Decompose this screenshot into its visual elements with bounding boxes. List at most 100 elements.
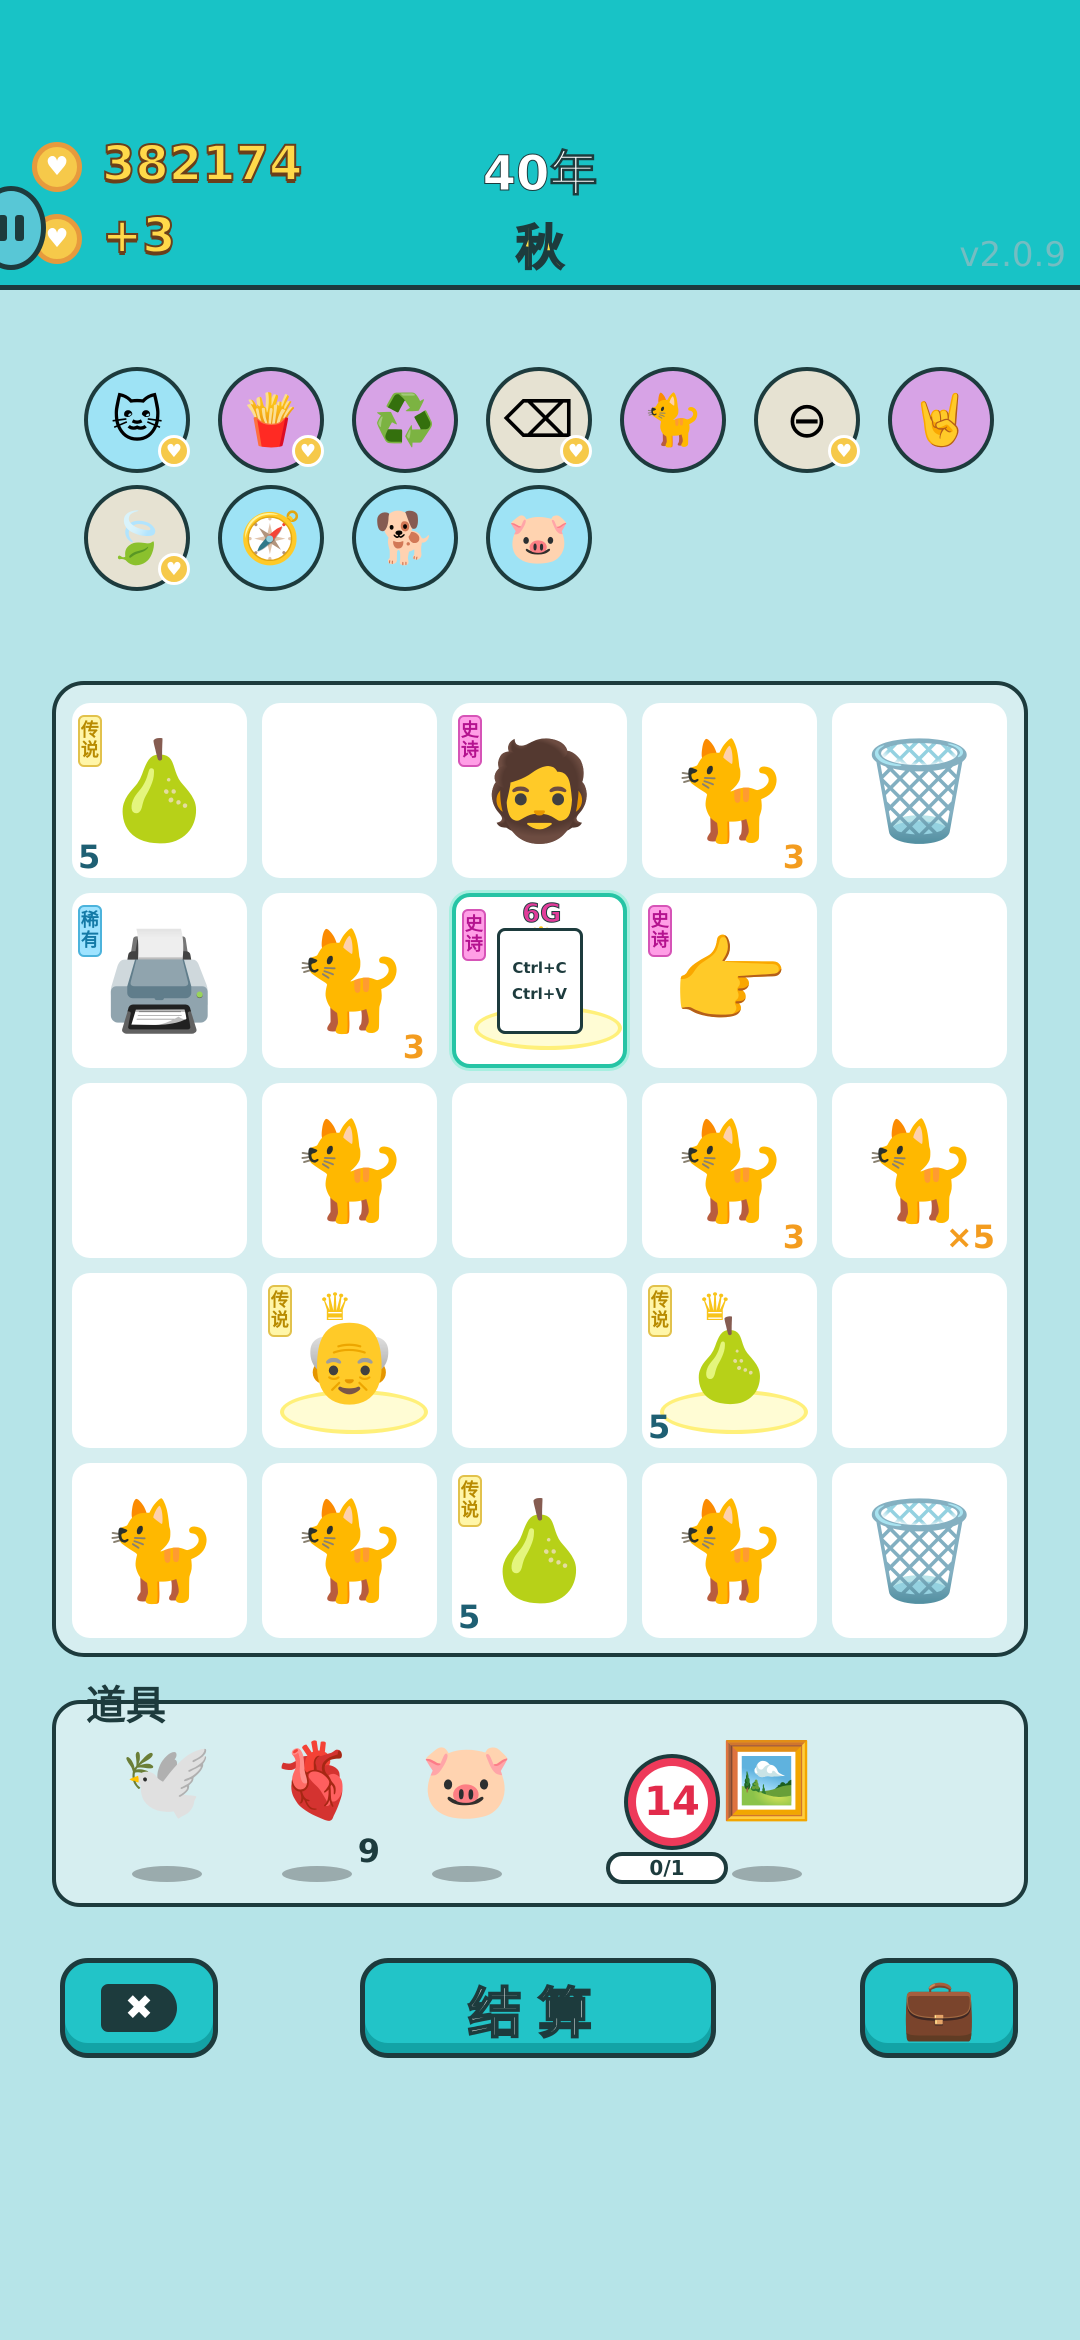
coin-heart-icon: ♥ [32, 142, 82, 192]
board-cell-bearded-man[interactable]: 🧔 史诗 [452, 703, 627, 878]
board-cell-trash-bag[interactable]: 🗑️ [832, 1463, 1007, 1638]
buff-piggy-bank[interactable]: 🐷 [486, 485, 592, 591]
board-cell-cat[interactable]: 🐈 3 [642, 1083, 817, 1258]
board-cell-cat[interactable]: 🐈 [262, 1463, 437, 1638]
rarity-tag: 稀有 [78, 905, 102, 957]
leaf-icon: 🍃 [105, 509, 169, 567]
item-count: 9 [357, 1832, 380, 1870]
cat-icon: 🐈 [669, 1114, 790, 1227]
cat-icon: 🐈 [289, 1494, 410, 1607]
cat-icon: 🐈 [669, 1494, 790, 1607]
buff-compass[interactable]: 🧭 [218, 485, 324, 591]
rarity-tag: 史诗 [462, 909, 486, 961]
board-cell-pointing-hand[interactable]: 👉 史诗 [642, 893, 817, 1068]
buff-delete-key[interactable]: ⌫ ♥ [486, 367, 592, 473]
cat-icon: 🐈 [289, 924, 410, 1037]
top-bar: ♥ 382174 ♥ +3 40年 秋 v2.0.9 [0, 0, 1080, 290]
board-cell-empty[interactable] [452, 1273, 627, 1448]
item-shadow [732, 1866, 802, 1882]
settle-button[interactable]: 结算 [360, 1958, 716, 2058]
pointing-hand-icon: 👉 [669, 924, 790, 1037]
piggy-bank-icon: 🐷 [420, 1738, 514, 1824]
bearded-man-icon: 🧔 [479, 734, 600, 847]
printer-icon: 🖨️ [99, 924, 220, 1037]
board-cell-empty[interactable] [262, 703, 437, 878]
board-cell-empty[interactable] [452, 1083, 627, 1258]
rarity-tag: 史诗 [458, 715, 482, 767]
item-shadow [432, 1866, 502, 1882]
twin-cats-icon: 🐈 [641, 391, 705, 449]
symbol-count: 5 [648, 1408, 671, 1446]
board-cell-pear[interactable]: 🍐 传说 5 [72, 703, 247, 878]
items-label: 道具 [86, 1683, 166, 1729]
item-blank-frame[interactable]: 🖼️ [712, 1738, 822, 1882]
board-cell-cat[interactable]: 🐈 3 [262, 893, 437, 1068]
board-cell-cat[interactable]: 🐈 [72, 1463, 247, 1638]
board-cell-printer[interactable]: 🖨️ 稀有 [72, 893, 247, 1068]
heart-badge-icon: ♥ [560, 435, 592, 467]
briefcase-icon: 💼 [901, 1973, 977, 2044]
board-cell-crowned-old-man[interactable]: 👴 ♛ 传说 [262, 1273, 437, 1448]
ctrl-c-text: Ctrl+C [512, 958, 567, 977]
buff-twin-cats[interactable]: 🐈 [620, 367, 726, 473]
recycle-icon: ♻️ [373, 391, 437, 449]
target-progress: 0/1 [606, 1852, 728, 1884]
season-label: 秋 [515, 219, 565, 277]
copy-paste-card: Ctrl+C Ctrl+V [496, 927, 583, 1034]
cat-icon: 🐈 [859, 1114, 980, 1227]
buff-cat-portrait[interactable]: 🐱 ♥ [84, 367, 190, 473]
board-cell-trash-bag[interactable]: 🗑️ [832, 703, 1007, 878]
compass-icon: 🧭 [239, 509, 303, 567]
item-liver[interactable]: 🫀 9 [262, 1744, 380, 1882]
buff-minus-circle[interactable]: ⊖ ♥ [754, 367, 860, 473]
board-cell-cat[interactable]: 🐈 [262, 1083, 437, 1258]
cat-portrait-icon: 🐱 [110, 391, 164, 449]
items-panel: 🕊️ 🫀 9 🐷 14 0/1 🖼️ [52, 1700, 1028, 1907]
buff-cool-dog[interactable]: 🐕 [352, 485, 458, 591]
minus-circle-icon: ⊖ [786, 391, 828, 449]
item-shadow [282, 1866, 352, 1882]
board-cell-cat[interactable]: 🐈 [642, 1463, 817, 1638]
board-cell-pear[interactable]: 🍐 传说 5 [452, 1463, 627, 1638]
target-counter-icon[interactable]: 14 [624, 1754, 720, 1850]
buff-rock-hand[interactable]: 🤘 [888, 367, 994, 473]
board-cell-empty[interactable] [832, 893, 1007, 1068]
piggy-bank-icon: 🐷 [507, 509, 571, 567]
version-label: v2.0.9 [959, 235, 1066, 275]
buff-fries[interactable]: 🍟 ♥ [218, 367, 324, 473]
board-cell-empty[interactable] [72, 1083, 247, 1258]
delete-key-icon: ⌫ [503, 391, 575, 449]
cool-dog-icon: 🐕 [373, 509, 437, 567]
slot-board: 🍐传说5🧔史诗🐈3🗑️🖨️稀有🐈3Ctrl+CCtrl+V6G♛史诗👉史诗🐈🐈3… [52, 681, 1028, 1657]
income-per-turn: +3 [101, 207, 177, 265]
board-cell-copy-paste-card[interactable]: Ctrl+CCtrl+V6G♛史诗 [452, 893, 627, 1068]
year-label: 40年 [482, 146, 598, 203]
item-dove[interactable]: 🕊️ [112, 1738, 222, 1882]
fries-icon: 🍟 [239, 391, 303, 449]
rock-hand-icon: 🤘 [909, 391, 973, 449]
board-cell-cat[interactable]: 🐈 ×5 [832, 1083, 1007, 1258]
board-cell-empty[interactable] [72, 1273, 247, 1448]
board-cell-empty[interactable] [832, 1273, 1007, 1448]
board-cell-crowned-pear[interactable]: 🍐 ♛ 传说 5 [642, 1273, 817, 1448]
ctrl-v-text: Ctrl+V [512, 984, 567, 1003]
rarity-tag: 传说 [648, 1285, 672, 1337]
rarity-tag: 传说 [78, 715, 102, 767]
buff-recycle[interactable]: ♻️ [352, 367, 458, 473]
crowned-old-man-icon: 👴 [299, 1313, 400, 1407]
inventory-button[interactable]: 💼 [860, 1958, 1018, 2058]
blank-frame-icon: 🖼️ [720, 1738, 814, 1824]
rarity-tag: 传说 [458, 1475, 482, 1527]
heart-badge-icon: ♥ [158, 553, 190, 585]
coin-total: 382174 [101, 135, 303, 193]
buff-leaf[interactable]: 🍃 ♥ [84, 485, 190, 591]
cat-icon: 🐈 [289, 1114, 410, 1227]
delete-key-icon: ✖ [101, 1984, 177, 2032]
dove-icon: 🕊️ [120, 1738, 214, 1824]
item-piggy-bank[interactable]: 🐷 [412, 1738, 522, 1882]
board-cell-cat[interactable]: 🐈 3 [642, 703, 817, 878]
heart-badge-icon: ♥ [292, 435, 324, 467]
heart-badge-icon: ♥ [158, 435, 190, 467]
remove-symbol-button[interactable]: ✖ [60, 1958, 218, 2058]
target-counter-value: 14 [636, 1766, 708, 1838]
